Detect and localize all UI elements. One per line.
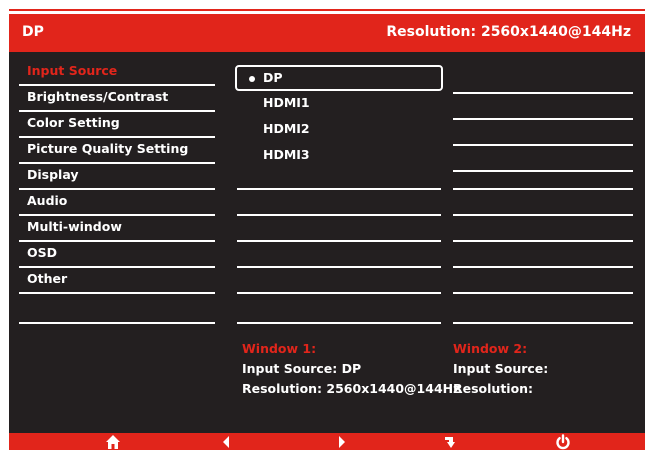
menu-item-label: Picture Quality Setting: [27, 141, 189, 156]
enter-icon[interactable]: [443, 434, 459, 450]
option-divider: [237, 188, 441, 190]
window2-title: Window 2:: [453, 341, 528, 356]
osd-footer: [9, 433, 645, 450]
menu-item-other[interactable]: Other: [19, 268, 215, 293]
menu-item-label: Brightness/Contrast: [27, 89, 169, 104]
option-divider: [453, 118, 633, 120]
option-divider: [453, 240, 633, 242]
osd-menu: DP Resolution: 2560x1440@144Hz Input Sou…: [9, 14, 645, 450]
source-option-hdmi2[interactable]: HDMI2: [237, 118, 441, 143]
menu-item-picture-quality[interactable]: Picture Quality Setting: [19, 138, 215, 163]
menu-item-label: OSD: [27, 245, 58, 260]
window1-resolution: Resolution: 2560x1440@144Hz: [242, 381, 461, 396]
option-divider: [237, 322, 441, 324]
option-divider: [453, 170, 633, 172]
left-arrow-icon[interactable]: [219, 434, 235, 450]
menu-item-label: Audio: [27, 193, 68, 208]
current-source: DP: [22, 24, 44, 40]
menu-item-color-setting[interactable]: Color Setting: [19, 112, 215, 137]
option-divider: [237, 240, 441, 242]
option-divider: [453, 214, 633, 216]
source-option-label: HDMI3: [263, 147, 310, 162]
option-divider: [453, 322, 633, 324]
option-divider: [453, 188, 633, 190]
menu-item-display[interactable]: Display: [19, 164, 215, 189]
menu-divider: [19, 84, 215, 86]
menu-divider: [19, 214, 215, 216]
source-option-label: HDMI1: [263, 95, 310, 110]
option-divider: [453, 92, 633, 94]
menu-item-audio[interactable]: Audio: [19, 190, 215, 215]
menu-divider: [19, 136, 215, 138]
menu-item-osd[interactable]: OSD: [19, 242, 215, 267]
option-divider: [453, 292, 633, 294]
menu-divider: [19, 266, 215, 268]
window2-input-source: Input Source:: [453, 361, 549, 376]
window1-input-source: Input Source: DP: [242, 361, 362, 376]
window1-title: Window 1:: [242, 341, 317, 356]
option-divider: [453, 144, 633, 146]
selected-dot-icon: [249, 76, 255, 82]
menu-divider: [19, 110, 215, 112]
menu-item-multi-window[interactable]: Multi-window: [19, 216, 215, 241]
window2-resolution: Resolution:: [453, 381, 534, 396]
menu-item-input-source[interactable]: Input Source: [19, 60, 215, 85]
menu-item-label: Multi-window: [27, 219, 122, 234]
menu-divider: [19, 322, 215, 324]
menu-divider: [19, 162, 215, 164]
source-option-hdmi3[interactable]: HDMI3: [237, 144, 441, 169]
top-divider: [9, 9, 645, 11]
option-divider: [237, 292, 441, 294]
menu-divider: [19, 240, 215, 242]
option-divider: [453, 266, 633, 268]
power-icon[interactable]: [555, 434, 571, 450]
menu-item-brightness-contrast[interactable]: Brightness/Contrast: [19, 86, 215, 111]
osd-header: DP Resolution: 2560x1440@144Hz: [9, 14, 645, 52]
current-resolution: Resolution: 2560x1440@144Hz: [386, 24, 631, 40]
source-option-label: DP: [263, 70, 283, 85]
option-divider: [237, 214, 441, 216]
menu-divider: [19, 292, 215, 294]
source-option-dp[interactable]: DP: [235, 65, 443, 91]
menu-divider: [19, 188, 215, 190]
option-divider: [237, 266, 441, 268]
menu-item-label: Display: [27, 167, 79, 182]
home-icon[interactable]: [105, 434, 121, 450]
menu-item-label: Input Source: [27, 63, 118, 78]
source-option-label: HDMI2: [263, 121, 310, 136]
menu-item-label: Other: [27, 271, 68, 286]
right-arrow-icon[interactable]: [333, 434, 349, 450]
menu-item-label: Color Setting: [27, 115, 120, 130]
source-option-hdmi1[interactable]: HDMI1: [237, 92, 441, 117]
